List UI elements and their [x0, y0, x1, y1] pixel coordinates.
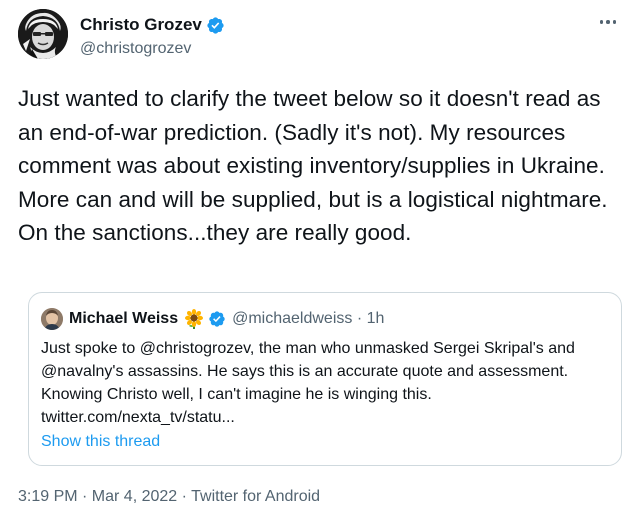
portrait-avatar-icon — [41, 308, 63, 330]
author-avatar[interactable] — [18, 9, 68, 59]
tweet-header: Christo Grozev @christogrozev — [18, 9, 622, 61]
quoted-author-display-name: Michael Weiss — [69, 310, 179, 327]
more-options-icon[interactable] — [594, 11, 622, 33]
tweet-timestamp-source[interactable]: 3:19 PM · Mar 4, 2022 · Twitter for Andr… — [18, 488, 320, 506]
show-thread-link[interactable]: Show this thread — [41, 433, 160, 451]
verified-badge-icon — [207, 16, 224, 34]
quoted-tweet[interactable]: Michael Weiss @michaeldweiss · 1h Just s… — [28, 292, 622, 466]
quoted-author-handle-time: @michaeldweiss · 1h — [232, 310, 385, 327]
quoted-tweet-header: Michael Weiss @michaeldweiss · 1h — [41, 308, 384, 330]
verified-badge-icon — [209, 311, 225, 327]
author-handle[interactable]: @christogrozev — [80, 38, 225, 60]
author-display-name[interactable]: Christo Grozev — [80, 15, 202, 35]
more-dot — [599, 20, 604, 24]
quoted-author-avatar — [41, 308, 63, 330]
tweet-card: Christo Grozev @christogrozev Just wante… — [0, 0, 640, 519]
portrait-avatar-icon — [18, 9, 68, 59]
tweet-text: Just wanted to clarify the tweet below s… — [18, 86, 608, 245]
sunflower-emoji-icon — [184, 309, 204, 329]
quoted-tweet-text: Just spoke to @christogrozev, the man wh… — [41, 340, 575, 426]
author-names: Christo Grozev @christogrozev — [80, 15, 225, 60]
more-dot — [612, 20, 617, 24]
more-dot — [606, 20, 610, 24]
author-name-row: Christo Grozev — [80, 15, 225, 35]
